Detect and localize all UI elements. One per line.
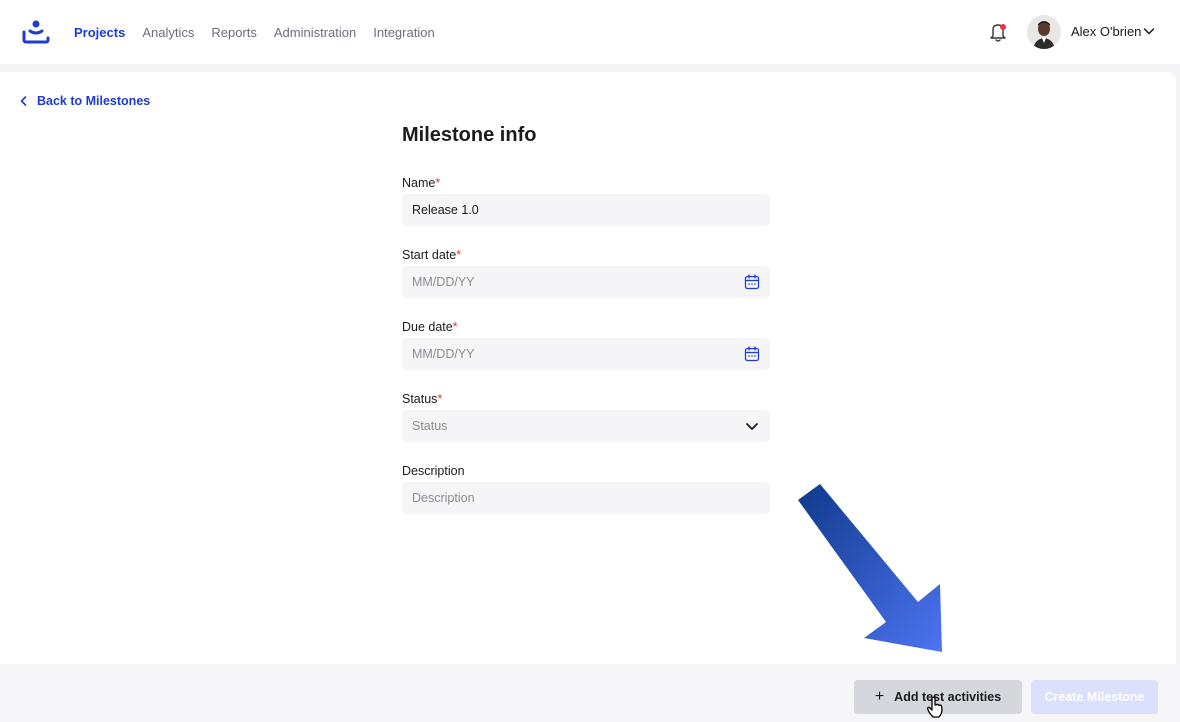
create-milestone-button[interactable]: Create Milestone — [1031, 680, 1158, 714]
chevron-down-icon[interactable] — [1143, 26, 1155, 36]
back-link-label: Back to Milestones — [37, 94, 151, 108]
calendar-icon[interactable] — [744, 274, 760, 290]
due-date-label: Due date* — [402, 320, 458, 334]
name-value: Release 1.0 — [412, 203, 479, 217]
description-label: Description — [402, 464, 465, 478]
chevron-left-icon — [20, 96, 27, 106]
due-date-placeholder: MM/DD/YY — [412, 347, 475, 361]
required-marker: * — [435, 176, 441, 190]
create-milestone-label: Create Milestone — [1044, 690, 1145, 704]
avatar[interactable] — [1027, 15, 1061, 49]
notification-badge — [1000, 24, 1006, 30]
due-date-input[interactable]: MM/DD/YY — [402, 338, 770, 370]
plus-icon: + — [874, 688, 885, 705]
back-to-milestones-link[interactable]: Back to Milestones — [20, 94, 150, 108]
start-date-placeholder: MM/DD/YY — [412, 275, 475, 289]
chevron-down-icon — [746, 423, 758, 430]
name-input[interactable]: Release 1.0 — [402, 194, 770, 226]
nav-item-analytics[interactable]: Analytics — [142, 25, 194, 40]
due-date-label-text: Due date — [402, 320, 453, 334]
name-label: Name* — [402, 176, 440, 190]
add-test-activities-label: Add test activities — [894, 690, 1002, 704]
name-label-text: Name — [402, 176, 436, 190]
status-label-text: Status — [402, 392, 438, 406]
calendar-icon[interactable] — [744, 346, 760, 362]
required-marker: * — [452, 320, 458, 334]
description-label-text: Description — [402, 464, 465, 478]
start-date-label-text: Start date — [402, 248, 457, 262]
status-select[interactable]: Status — [402, 410, 770, 442]
user-name[interactable]: Alex O'brien — [1071, 24, 1141, 39]
required-marker: * — [437, 392, 443, 406]
nav-item-integration[interactable]: Integration — [373, 25, 434, 40]
status-label: Status* — [402, 392, 442, 406]
description-placeholder: Description — [412, 491, 475, 505]
add-test-activities-button[interactable]: + Add test activities — [854, 680, 1022, 714]
start-date-input[interactable]: MM/DD/YY — [402, 266, 770, 298]
description-input[interactable]: Description — [402, 482, 770, 514]
nav-item-reports[interactable]: Reports — [211, 25, 257, 40]
page-title: Milestone info — [402, 124, 537, 146]
required-marker: * — [456, 248, 462, 262]
brand-logo-icon[interactable] — [22, 20, 50, 44]
main-nav: Projects Analytics Reports Administratio… — [74, 0, 435, 64]
nav-item-administration[interactable]: Administration — [274, 25, 356, 40]
start-date-label: Start date* — [402, 248, 461, 262]
nav-item-projects[interactable]: Projects — [74, 25, 125, 40]
status-placeholder: Status — [412, 419, 448, 433]
